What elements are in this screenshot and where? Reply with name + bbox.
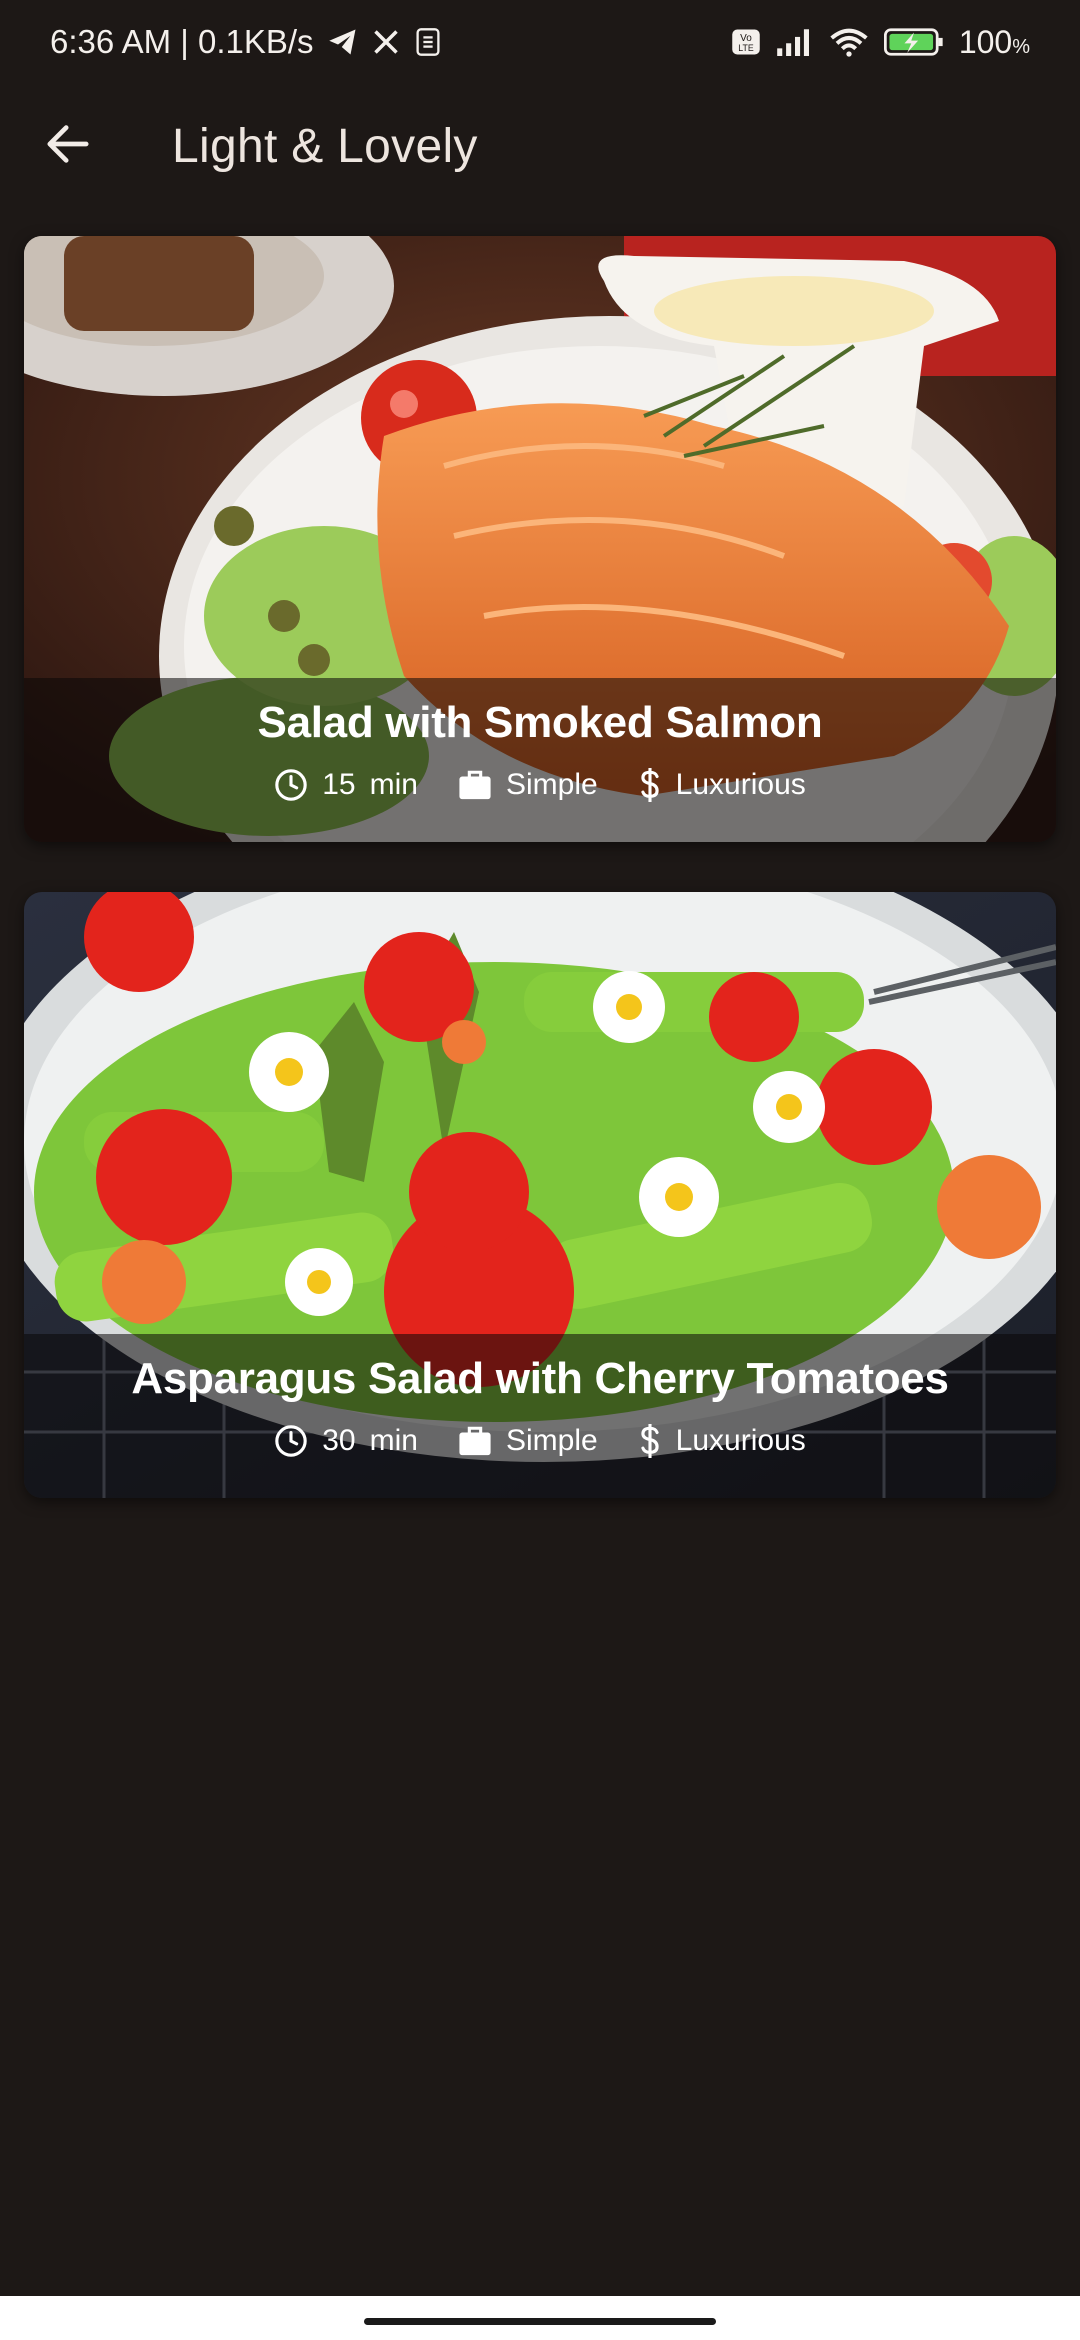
recipe-meta: 15 min Simple Luxurious — [274, 768, 806, 802]
gesture-handle[interactable] — [364, 2318, 716, 2325]
clock-icon — [274, 768, 308, 802]
x-icon — [372, 28, 400, 56]
recipe-title: Asparagus Salad with Cherry Tomatoes — [131, 1354, 949, 1403]
recipe-duration: 15 min — [274, 768, 418, 802]
svg-text:LTE: LTE — [738, 43, 754, 53]
recipe-complexity: Simple — [458, 1424, 598, 1458]
status-left: 6:36 AM | 0.1KB/s — [50, 23, 442, 61]
complexity-label: Simple — [505, 1424, 598, 1457]
recipe-title: Salad with Smoked Salmon — [257, 698, 823, 747]
battery-charging-icon — [883, 27, 945, 57]
app-bar: Light & Lovely — [0, 100, 1080, 192]
arrow-left-icon — [46, 124, 90, 169]
page-title: Light & Lovely — [172, 119, 478, 173]
briefcase-icon — [458, 769, 492, 801]
status-bar: 6:36 AM | 0.1KB/s Vo LTE 100% — [0, 0, 1080, 84]
recipe-card[interactable]: Salad with Smoked Salmon 15 min Simple L… — [24, 236, 1056, 842]
affordability-label: Luxurious — [675, 1424, 806, 1457]
recipe-affordability: Luxurious — [638, 1424, 806, 1458]
volte-icon: Vo LTE — [731, 28, 761, 56]
battery-percent: 100% — [958, 23, 1030, 60]
briefcase-icon — [458, 1425, 492, 1457]
duration-unit: min — [369, 768, 418, 801]
telegram-icon — [328, 28, 358, 56]
duration-unit: min — [369, 1424, 418, 1457]
affordability-label: Luxurious — [675, 768, 806, 801]
wifi-icon — [829, 27, 869, 57]
clock-icon — [274, 1424, 308, 1458]
duration-value: 30 — [322, 1424, 356, 1457]
recipe-card[interactable]: Asparagus Salad with Cherry Tomatoes 30 … — [24, 892, 1056, 1498]
recipe-affordability: Luxurious — [638, 768, 806, 802]
recipe-list: Salad with Smoked Salmon 15 min Simple L… — [24, 236, 1056, 1548]
duration-value: 15 — [322, 768, 356, 801]
dollar-icon — [638, 768, 662, 802]
dollar-icon — [638, 1424, 662, 1458]
back-button[interactable] — [22, 100, 114, 192]
status-right: Vo LTE 100% — [731, 24, 1030, 61]
recipe-duration: 30 min — [274, 1424, 418, 1458]
recipe-meta: 30 min Simple Luxurious — [274, 1424, 806, 1458]
card-caption: Asparagus Salad with Cherry Tomatoes 30 … — [24, 1334, 1056, 1498]
card-caption: Salad with Smoked Salmon 15 min Simple L… — [24, 678, 1056, 842]
recipe-complexity: Simple — [458, 768, 598, 802]
complexity-label: Simple — [505, 768, 598, 801]
signal-icon — [775, 28, 815, 56]
sim-toolkit-icon — [414, 27, 442, 57]
navigation-bar — [0, 2296, 1080, 2340]
status-time: 6:36 AM | 0.1KB/s — [50, 23, 314, 60]
